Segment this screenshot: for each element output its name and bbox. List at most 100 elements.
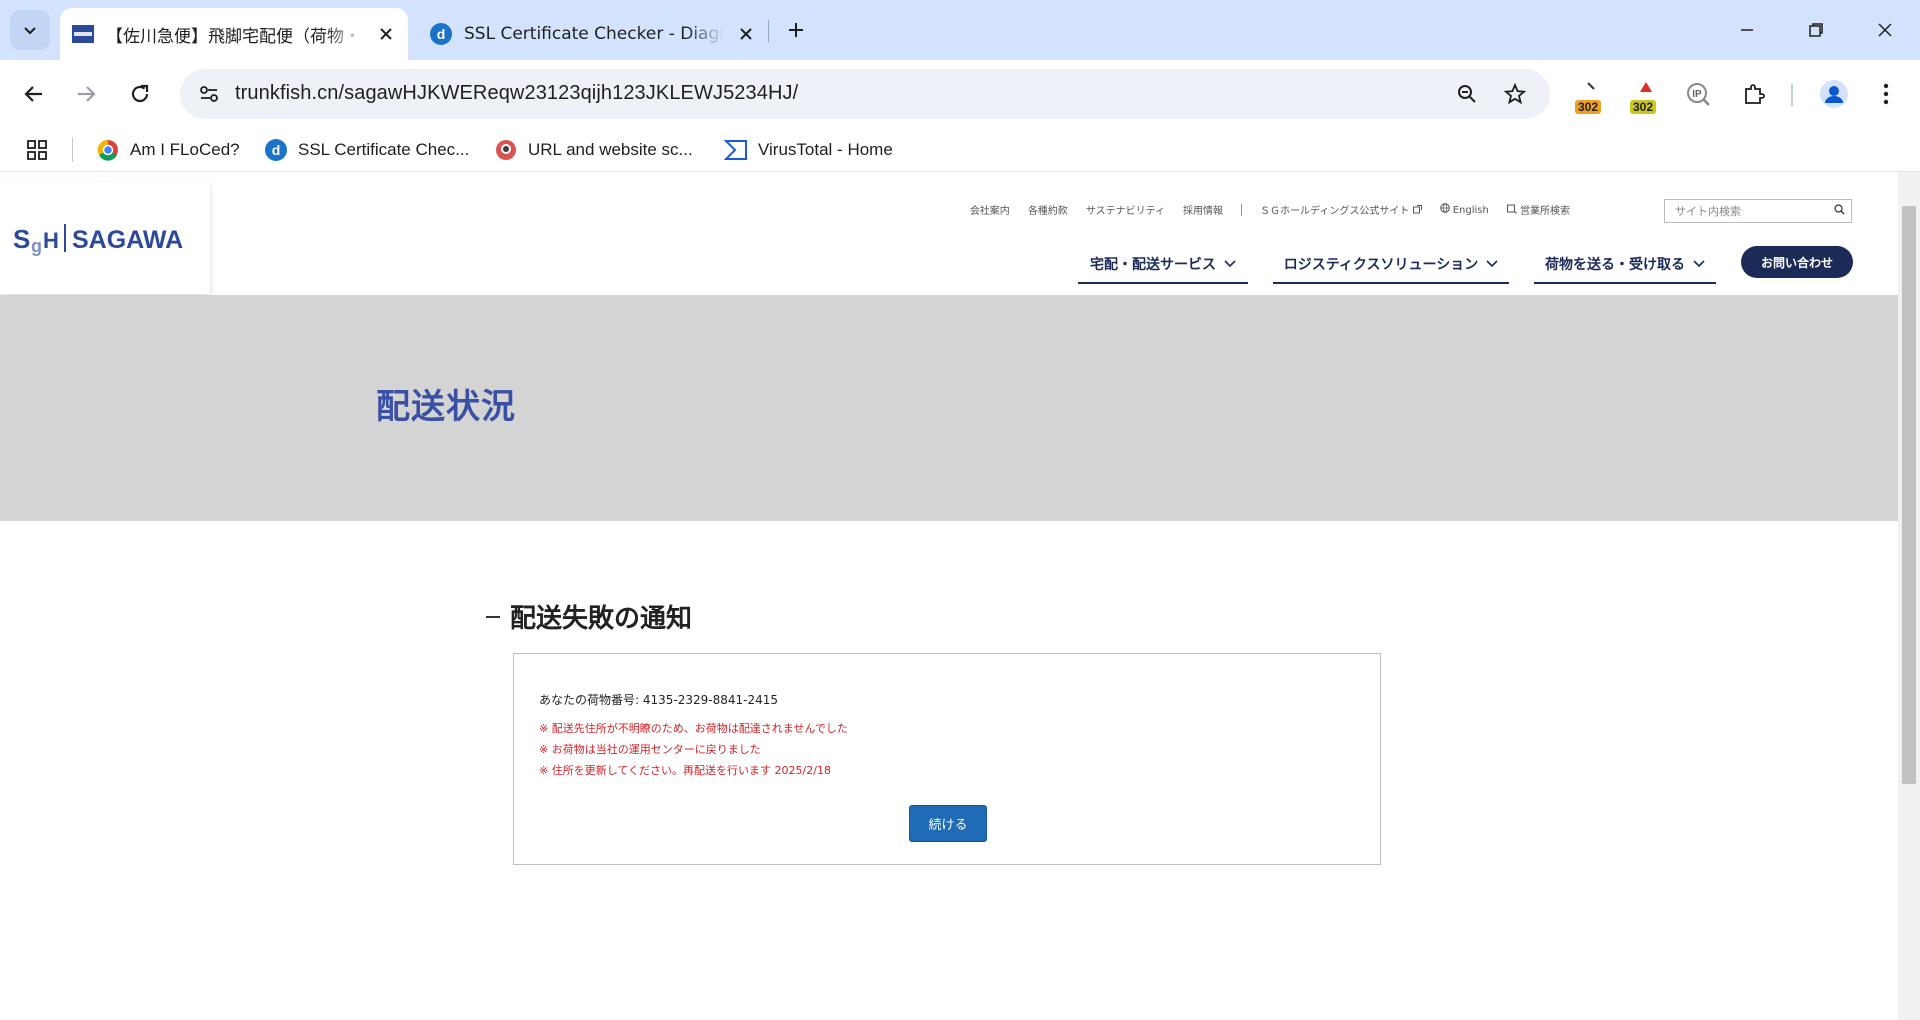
tab-search-button[interactable]	[10, 10, 50, 50]
tab-strip: 【佐川急便】飛脚宅配便（荷物・S d SSL Certificate Check…	[0, 0, 1920, 60]
bookmark-star-icon[interactable]	[1500, 79, 1530, 109]
nav-label: 宅配・配送サービス	[1090, 257, 1216, 273]
extension-badge: 302	[1630, 100, 1657, 114]
warning-line: ※ お荷物は当社の運用センターに戻りました	[539, 743, 761, 756]
svg-text:d: d	[437, 26, 446, 42]
chevron-down-icon	[1486, 260, 1498, 268]
virustotal-icon	[724, 138, 748, 162]
minimize-button[interactable]	[1724, 8, 1770, 52]
nav-send-receive[interactable]: 荷物を送る・受け取る	[1534, 246, 1716, 284]
apps-grid-icon	[27, 140, 47, 160]
logo-mark: S	[13, 224, 30, 254]
browser-toolbar: trunkfish.cn/sagawHJKWEReqw23123qijh123J…	[0, 60, 1920, 128]
util-link-office-search[interactable]: 営業所検索	[1506, 202, 1570, 217]
util-link-english[interactable]: English	[1439, 203, 1489, 216]
util-link-label: English	[1452, 205, 1489, 216]
bookmark-item[interactable]: URL and website sc...	[494, 134, 693, 166]
profile-avatar-icon[interactable]	[1814, 74, 1854, 114]
tab-title: 【佐川急便】飛脚宅配便（荷物・S	[106, 26, 364, 47]
close-tab-icon[interactable]	[732, 20, 760, 48]
nav-logistics-solutions[interactable]: ロジスティクスソリューション	[1273, 246, 1509, 284]
notice-title: 配送失敗の通知	[510, 604, 693, 634]
chevron-down-icon	[1224, 260, 1236, 268]
tab-ssl-checker[interactable]: d SSL Certificate Checker - Diagno	[418, 8, 768, 60]
package-number: あなたの荷物番号: 4135-2329-8841-2415	[539, 693, 779, 707]
arrow-left-icon	[24, 86, 42, 102]
extensions-puzzle-icon[interactable]	[1734, 74, 1774, 114]
bookmark-label: Am I FLoCed?	[130, 140, 240, 159]
office-search-icon	[1506, 204, 1517, 214]
more-menu-icon[interactable]	[1866, 74, 1906, 114]
util-link-label: ＳＧホールディングス公式サイト	[1260, 206, 1410, 217]
restore-button[interactable]	[1793, 8, 1839, 52]
globe-icon	[1439, 203, 1450, 213]
address-bar[interactable]: trunkfish.cn/sagawHJKWEReqw23123qijh123J…	[180, 69, 1550, 119]
util-link-sg-holdings[interactable]: ＳＧホールディングス公式サイト	[1260, 202, 1422, 217]
sagawa-logo[interactable]: S g H SAGAWA	[0, 182, 210, 294]
ip-extension-icon[interactable]: IP	[1678, 74, 1718, 114]
nav-delivery-services[interactable]: 宅配・配送サービス	[1078, 246, 1248, 284]
hero-banner: 配送状況	[0, 295, 1898, 521]
page-scrollbar[interactable]	[1898, 172, 1920, 1020]
util-link-recruit[interactable]: 採用情報	[1183, 202, 1223, 217]
svg-text:IP: IP	[1692, 89, 1702, 100]
nav-label: 荷物を送る・受け取る	[1545, 257, 1685, 273]
search-placeholder: サイト内検索	[1675, 205, 1741, 218]
toolbar-separator	[1791, 84, 1793, 106]
close-tab-icon[interactable]	[372, 20, 400, 48]
url-text[interactable]: trunkfish.cn/sagawHJKWEReqw23123qijh123J…	[235, 82, 798, 105]
svg-text:g: g	[31, 236, 42, 256]
contact-button[interactable]: お問い合わせ	[1741, 246, 1853, 278]
restore-icon	[1809, 23, 1823, 37]
redirect-extension-icon[interactable]: 302	[1571, 74, 1611, 114]
utility-links: 会社案内 各種約款 サステナビリティ 採用情報 ＳＧホールディングス公式サイト …	[952, 202, 1570, 217]
external-link-icon	[1412, 205, 1422, 214]
apps-grid-button[interactable]	[26, 134, 48, 166]
site-info-icon[interactable]	[192, 77, 226, 111]
zoom-icon[interactable]	[1452, 79, 1482, 109]
chevron-down-icon	[24, 27, 36, 35]
d-favicon-icon: d	[264, 138, 288, 162]
plus-icon	[789, 23, 803, 37]
bookmark-item[interactable]: VirusTotal - Home	[724, 134, 893, 166]
close-icon	[1878, 23, 1892, 37]
bookmark-item[interactable]: d SSL Certificate Chec...	[264, 134, 469, 166]
continue-button[interactable]: 続ける	[909, 805, 987, 842]
util-link-label: 営業所検索	[1520, 206, 1570, 217]
chrome-icon	[96, 138, 120, 162]
alert-extension-icon[interactable]: 302	[1626, 74, 1666, 114]
scrollbar-thumb[interactable]	[1902, 206, 1916, 784]
arrow-right-icon	[78, 86, 96, 102]
tab-sagawa[interactable]: 【佐川急便】飛脚宅配便（荷物・S	[60, 8, 408, 60]
util-link-sustainability[interactable]: サステナビリティ	[1086, 202, 1165, 217]
d-favicon-icon: d	[430, 23, 452, 45]
back-button[interactable]	[14, 74, 54, 114]
logo-text: SAGAWA	[72, 226, 183, 254]
nav-label: ロジスティクスソリューション	[1283, 257, 1479, 273]
util-divider	[1241, 203, 1243, 216]
new-tab-button[interactable]	[780, 14, 812, 46]
heading-dash	[486, 615, 500, 618]
forward-button[interactable]	[66, 74, 106, 114]
sagawa-favicon-icon	[72, 23, 94, 45]
bookmark-label: SSL Certificate Chec...	[298, 140, 470, 159]
util-link-company[interactable]: 会社案内	[970, 202, 1010, 217]
util-link-terms[interactable]: 各種約款	[1028, 202, 1068, 217]
bookmark-label: URL and website sc...	[528, 140, 693, 159]
notice-heading: 配送失敗の通知	[486, 598, 692, 635]
site-search-input[interactable]: サイト内検索	[1664, 199, 1852, 223]
bookmark-label: VirusTotal - Home	[758, 140, 893, 159]
urlscan-icon	[494, 138, 518, 162]
site-header: S g H SAGAWA 会社案内 各種約款 サステナビリティ 採用情報 ＳＧホ…	[0, 172, 1898, 295]
bookmark-item[interactable]: Am I FLoCed?	[96, 134, 240, 166]
notice-box: あなたの荷物番号: 4135-2329-8841-2415 ※ 配送先住所が不明…	[513, 653, 1381, 865]
bookmark-separator	[72, 138, 73, 162]
svg-text:H: H	[43, 228, 59, 253]
reload-button[interactable]	[120, 74, 160, 114]
close-window-button[interactable]	[1862, 8, 1908, 52]
svg-text:d: d	[272, 142, 281, 158]
warning-line: ※ 配送先住所が不明瞭のため、お荷物は配達されませんでした	[539, 722, 848, 735]
tab-separator	[768, 20, 769, 42]
web-page: S g H SAGAWA 会社案内 各種約款 サステナビリティ 採用情報 ＳＧホ…	[0, 172, 1898, 1020]
search-icon[interactable]	[1834, 204, 1845, 215]
